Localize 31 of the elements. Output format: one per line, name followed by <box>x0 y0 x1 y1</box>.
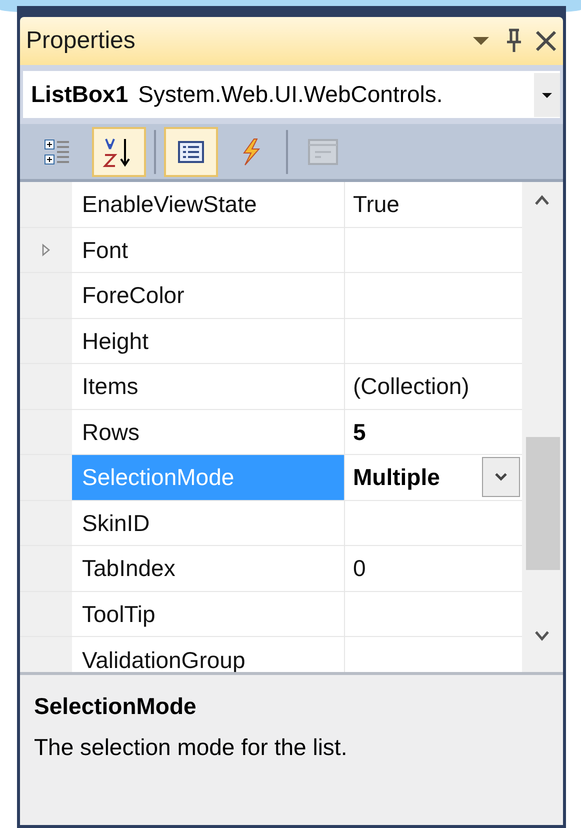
chevron-down-icon <box>494 472 508 482</box>
property-name[interactable]: Items <box>72 364 345 408</box>
property-name[interactable]: Height <box>72 318 345 363</box>
property-name[interactable]: TabIndex <box>72 546 345 590</box>
property-name[interactable]: Rows <box>72 410 345 454</box>
property-value[interactable]: True <box>353 187 520 222</box>
object-type: System.Web.UI.WebControls. <box>138 80 444 110</box>
scrollbar[interactable] <box>522 182 563 672</box>
dropdown-button[interactable] <box>482 457 520 498</box>
scrollbar-thumb[interactable] <box>526 437 560 570</box>
close-icon[interactable] <box>535 30 557 52</box>
panel-title: Properties <box>26 26 136 56</box>
property-value[interactable]: Multiple <box>353 460 482 494</box>
property-value[interactable]: 0 <box>353 551 520 586</box>
property-name[interactable]: SkinID <box>72 500 345 545</box>
sort-alphabetical-button[interactable] <box>92 126 146 176</box>
property-name[interactable]: ToolTip <box>72 592 345 636</box>
property-name[interactable]: Font <box>72 228 345 272</box>
scroll-down-icon[interactable] <box>534 630 550 642</box>
property-name[interactable]: EnableViewState <box>72 182 345 226</box>
property-name[interactable]: ForeColor <box>72 273 345 318</box>
object-name: ListBox1 <box>31 80 128 110</box>
scroll-up-icon[interactable] <box>534 194 550 206</box>
description-title: SelectionMode <box>34 692 198 721</box>
pin-icon[interactable] <box>505 28 523 54</box>
object-selector[interactable]: ListBox1 System.Web.UI.WebControls. <box>23 71 560 118</box>
property-value[interactable]: (Collection) <box>353 369 520 404</box>
description-text: The selection mode for the list. <box>34 732 348 762</box>
properties-list-button[interactable] <box>164 126 218 176</box>
property-value[interactable]: 5 <box>353 414 520 449</box>
dropdown-icon[interactable] <box>471 35 491 47</box>
